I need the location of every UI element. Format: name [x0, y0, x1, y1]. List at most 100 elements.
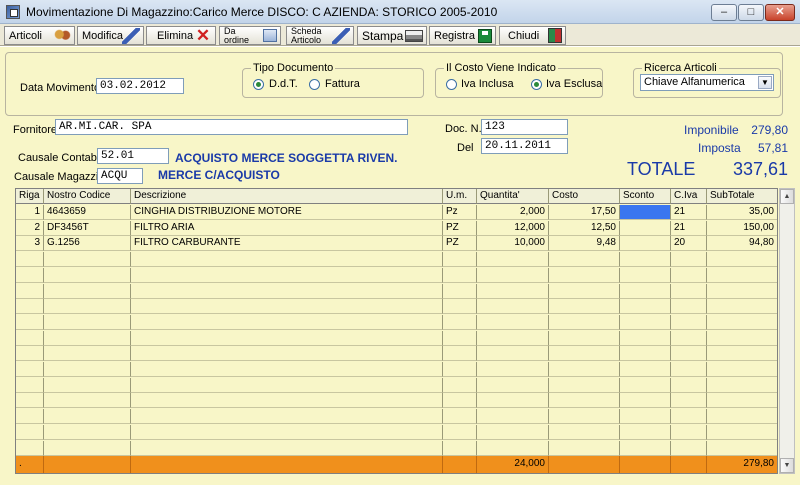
cell-iva[interactable]: [671, 252, 707, 268]
cell-subtotale[interactable]: 94,80: [707, 236, 777, 252]
cell-costo[interactable]: [549, 299, 620, 315]
table-row[interactable]: 2 DF3456T FILTRO ARIA PZ 12,000 12,50 21 150,00: [16, 220, 777, 236]
scheda-articolo-button[interactable]: Scheda Articolo: [286, 26, 354, 45]
cell-codice[interactable]: [44, 409, 131, 425]
col-um-header[interactable]: U.m.: [443, 189, 477, 204]
chevron-down-icon[interactable]: ▼: [758, 76, 772, 89]
cell-costo[interactable]: [549, 393, 620, 409]
cell-riga[interactable]: [16, 424, 44, 440]
cell-quantita[interactable]: [477, 330, 549, 346]
cell-iva[interactable]: [671, 346, 707, 362]
cell-sconto[interactable]: [620, 267, 671, 283]
cell-codice[interactable]: [44, 346, 131, 362]
cell-sconto[interactable]: [620, 440, 671, 456]
cell-costo[interactable]: [549, 377, 620, 393]
grid-vertical-scrollbar[interactable]: ▲ ▼: [779, 188, 795, 474]
cell-riga[interactable]: [16, 252, 44, 268]
cell-um[interactable]: [443, 362, 477, 377]
ddt-radio[interactable]: [253, 79, 264, 90]
fornitore-field[interactable]: AR.MI.CAR. SPA: [55, 119, 408, 135]
cell-costo[interactable]: [549, 424, 620, 440]
cell-um[interactable]: [443, 267, 477, 283]
cell-iva[interactable]: 21: [671, 205, 707, 220]
cell-quantita[interactable]: 12,000: [477, 220, 549, 236]
cell-descrizione[interactable]: [131, 314, 443, 330]
cell-um[interactable]: [443, 377, 477, 393]
registra-button[interactable]: Registra: [429, 26, 496, 45]
cell-codice[interactable]: [44, 283, 131, 299]
cell-quantita[interactable]: [477, 252, 549, 268]
cell-subtotale[interactable]: 150,00: [707, 221, 777, 236]
cell-quantita[interactable]: 2,000: [477, 205, 549, 220]
cell-quantita[interactable]: [477, 362, 549, 377]
cell-subtotale[interactable]: [707, 393, 777, 409]
cell-subtotale[interactable]: [707, 252, 777, 268]
cell-iva[interactable]: [671, 362, 707, 377]
stampa-button[interactable]: Stampa: [357, 26, 427, 45]
cell-descrizione[interactable]: [131, 299, 443, 315]
cell-quantita[interactable]: [477, 409, 549, 425]
cell-riga[interactable]: [16, 267, 44, 283]
empty-table-row[interactable]: [16, 283, 777, 299]
cell-um[interactable]: [443, 346, 477, 362]
cell-descrizione[interactable]: FILTRO ARIA: [131, 220, 443, 236]
cell-codice[interactable]: DF3456T: [44, 220, 131, 236]
cell-riga[interactable]: 1: [16, 205, 44, 220]
cell-quantita[interactable]: [477, 283, 549, 299]
empty-table-row[interactable]: [16, 424, 777, 440]
doc-n-field[interactable]: 123: [481, 119, 568, 135]
causale-contabile-field[interactable]: 52.01: [97, 148, 169, 164]
cell-descrizione[interactable]: [131, 409, 443, 425]
cell-costo[interactable]: 9,48: [549, 236, 620, 252]
cell-iva[interactable]: [671, 330, 707, 346]
elimina-button[interactable]: Elimina ✕: [146, 26, 216, 45]
maximize-button[interactable]: □: [738, 4, 764, 21]
cell-riga[interactable]: [16, 440, 44, 456]
cell-sconto[interactable]: [620, 236, 671, 252]
cell-descrizione[interactable]: [131, 252, 443, 268]
table-row[interactable]: 3 G.1256 FILTRO CARBURANTE PZ 10,000 9,48 20 94…: [16, 236, 777, 252]
cell-iva[interactable]: [671, 267, 707, 283]
cell-descrizione[interactable]: [131, 440, 443, 456]
cell-iva[interactable]: 20: [671, 236, 707, 252]
cell-descrizione[interactable]: [131, 267, 443, 283]
cell-quantita[interactable]: [477, 440, 549, 456]
cell-um[interactable]: [443, 424, 477, 440]
cell-um[interactable]: [443, 440, 477, 456]
cell-codice[interactable]: [44, 440, 131, 456]
cell-um[interactable]: Pz: [443, 205, 477, 220]
cell-costo[interactable]: [549, 440, 620, 456]
cell-riga[interactable]: [16, 393, 44, 409]
cell-codice[interactable]: [44, 377, 131, 393]
chiudi-button[interactable]: Chiudi: [499, 26, 566, 45]
cell-quantita[interactable]: [477, 424, 549, 440]
cell-sconto[interactable]: [620, 393, 671, 409]
cell-sconto[interactable]: [620, 252, 671, 268]
cell-costo[interactable]: [549, 346, 620, 362]
col-costo-header[interactable]: Costo: [549, 189, 620, 204]
col-descrizione-header[interactable]: Descrizione: [131, 189, 443, 204]
cell-subtotale[interactable]: [707, 362, 777, 377]
cell-sconto[interactable]: [620, 299, 671, 315]
cell-sconto[interactable]: [620, 424, 671, 440]
cell-codice[interactable]: [44, 330, 131, 346]
empty-table-row[interactable]: [16, 377, 777, 393]
cell-descrizione[interactable]: [131, 330, 443, 346]
cell-subtotale[interactable]: [707, 441, 777, 456]
cell-iva[interactable]: [671, 393, 707, 409]
col-sconto-header[interactable]: Sconto: [620, 189, 671, 204]
cell-subtotale[interactable]: [707, 409, 777, 425]
cell-quantita[interactable]: [477, 299, 549, 315]
close-button[interactable]: ✕: [765, 4, 795, 21]
col-subtotale-header[interactable]: SubTotale: [707, 189, 777, 204]
cell-iva[interactable]: [671, 409, 707, 425]
cell-costo[interactable]: 17,50: [549, 205, 620, 220]
cell-quantita[interactable]: [477, 346, 549, 362]
cell-costo[interactable]: [549, 409, 620, 425]
cell-riga[interactable]: [16, 346, 44, 362]
cell-costo[interactable]: [549, 252, 620, 268]
empty-table-row[interactable]: [16, 330, 777, 346]
empty-table-row[interactable]: [16, 362, 777, 377]
empty-table-row[interactable]: [16, 440, 777, 456]
cell-um[interactable]: [443, 283, 477, 299]
